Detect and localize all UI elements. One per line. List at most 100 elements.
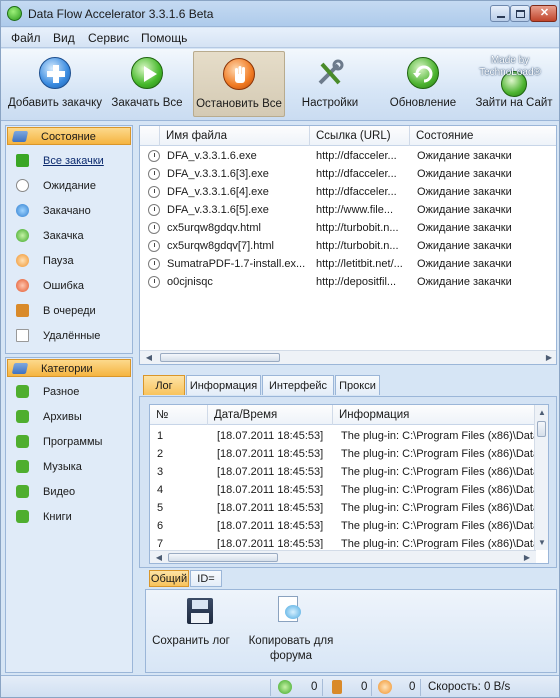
sidebar-item-queued[interactable]: В очереди bbox=[16, 302, 130, 320]
copy-for-forum-button[interactable]: Копировать для форума bbox=[246, 590, 336, 672]
log-info: The plug-in: C:\Program Files (x86)\Data bbox=[341, 448, 534, 460]
log-row[interactable]: 5 [18.07.2011 18:45:53] The plug-in: C:\… bbox=[150, 499, 534, 517]
category-programs[interactable]: Программы bbox=[16, 433, 130, 451]
log-row[interactable]: 7 [18.07.2011 18:45:53] The plug-in: C:\… bbox=[150, 535, 534, 549]
table-row[interactable]: DFA_v.3.3.1.6.exe http://dfacceler... Ож… bbox=[140, 147, 556, 165]
log-vscrollbar[interactable]: ▲ ▼ bbox=[534, 405, 548, 550]
status-divider bbox=[420, 679, 421, 696]
scroll-thumb[interactable] bbox=[537, 421, 546, 437]
settings-button[interactable]: Настройки bbox=[297, 51, 363, 117]
save-log-button[interactable]: Сохранить лог bbox=[150, 590, 232, 672]
maximize-icon bbox=[516, 10, 525, 18]
menu-view[interactable]: Вид bbox=[53, 31, 75, 45]
sidebar-item-error[interactable]: Ошибка bbox=[16, 277, 130, 295]
category-misc[interactable]: Разное bbox=[16, 383, 130, 401]
table-row[interactable]: cx5urqw8gdqv[7].html http://turbobit.n..… bbox=[140, 237, 556, 255]
categories-panel: Категории Разное Архивы Программы Музыка… bbox=[5, 357, 133, 673]
log-row[interactable]: 1 [18.07.2011 18:45:53] The plug-in: C:\… bbox=[150, 427, 534, 445]
log-number: 6 bbox=[157, 520, 164, 532]
minimize-button[interactable] bbox=[490, 5, 510, 22]
category-books[interactable]: Книги bbox=[16, 508, 130, 526]
log-datetime: [18.07.2011 18:45:53] bbox=[217, 430, 324, 442]
table-row[interactable]: cx5urqw8gdqv.html http://turbobit.n... О… bbox=[140, 219, 556, 237]
tab-proxy[interactable]: Прокси bbox=[335, 375, 380, 395]
file-status: Ожидание закачки bbox=[417, 150, 512, 162]
log-row[interactable]: 6 [18.07.2011 18:45:53] The plug-in: C:\… bbox=[150, 517, 534, 535]
sidebar-item-downloading[interactable]: Закачка bbox=[16, 227, 130, 245]
copy-document-icon bbox=[278, 596, 301, 622]
sidebar-item-downloaded[interactable]: Закачано bbox=[16, 202, 130, 220]
column-header-information[interactable]: Информация bbox=[333, 405, 536, 425]
column-header-icon[interactable] bbox=[140, 126, 160, 146]
categories-panel-title: Категории bbox=[41, 363, 93, 375]
scroll-left-arrow-icon[interactable]: ◀ bbox=[142, 351, 156, 364]
subtab-id[interactable]: ID= bbox=[190, 570, 222, 587]
download-list-hscrollbar[interactable]: ◀ ▶ bbox=[140, 350, 556, 364]
category-music[interactable]: Музыка bbox=[16, 458, 130, 476]
add-download-button[interactable]: Добавить закачку bbox=[5, 51, 105, 117]
status-divider bbox=[322, 679, 323, 696]
menu-service[interactable]: Сервис bbox=[88, 31, 129, 45]
scroll-thumb[interactable] bbox=[168, 553, 278, 562]
sidebar-item-paused[interactable]: Пауза bbox=[16, 252, 130, 270]
subtab-general[interactable]: Общий bbox=[149, 570, 189, 587]
status-panel-header[interactable]: Состояние bbox=[7, 127, 131, 145]
file-name: DFA_v.3.3.1.6[3].exe bbox=[167, 168, 269, 180]
table-row[interactable]: SumatraPDF-1.7-install.ex... http://leti… bbox=[140, 255, 556, 273]
stop-all-button[interactable]: Остановить Все bbox=[193, 51, 285, 117]
log-row[interactable]: 4 [18.07.2011 18:45:53] The plug-in: C:\… bbox=[150, 481, 534, 499]
category-archives[interactable]: Архивы bbox=[16, 408, 130, 426]
column-header-status[interactable]: Состояние bbox=[410, 126, 556, 146]
sidebar-item-all-downloads[interactable]: Все закачки bbox=[16, 152, 130, 170]
tab-interface[interactable]: Интерфейс bbox=[262, 375, 334, 395]
scroll-up-arrow-icon[interactable]: ▲ bbox=[535, 406, 548, 419]
log-number: 7 bbox=[157, 538, 164, 549]
table-row[interactable]: DFA_v.3.3.1.6[4].exe http://dfacceler...… bbox=[140, 183, 556, 201]
column-header-filename[interactable]: Имя файла bbox=[160, 126, 310, 146]
sidebar-item-deleted[interactable]: Удалённые bbox=[16, 327, 130, 345]
file-url: http://turbobit.n... bbox=[316, 240, 399, 252]
file-name: cx5urqw8gdqv.html bbox=[167, 222, 261, 234]
menu-file[interactable]: Файл bbox=[11, 31, 41, 45]
log-row[interactable]: 3 [18.07.2011 18:45:53] The plug-in: C:\… bbox=[150, 463, 534, 481]
scroll-down-arrow-icon[interactable]: ▼ bbox=[535, 536, 548, 549]
scroll-right-arrow-icon[interactable]: ▶ bbox=[520, 551, 534, 563]
menu-bar: Файл Вид Сервис Помощь bbox=[1, 28, 559, 48]
table-row[interactable]: DFA_v.3.3.1.6[3].exe http://dfacceler...… bbox=[140, 165, 556, 183]
file-name: o0cjnisqc bbox=[167, 276, 213, 288]
queued-count: 0 bbox=[361, 681, 368, 693]
file-name: DFA_v.3.3.1.6.exe bbox=[167, 150, 257, 162]
file-status: Ожидание закачки bbox=[417, 222, 512, 234]
sidebar-item-label: В очереди bbox=[43, 305, 96, 317]
column-header-url[interactable]: Ссылка (URL) bbox=[310, 126, 410, 146]
table-row[interactable]: o0cjnisqc http://depositfil... Ожидание … bbox=[140, 273, 556, 291]
categories-panel-header[interactable]: Категории bbox=[7, 359, 131, 377]
tab-info[interactable]: Информация bbox=[186, 375, 261, 395]
table-row[interactable]: DFA_v.3.3.1.6[5].exe http://www.file... … bbox=[140, 201, 556, 219]
sidebar-item-waiting[interactable]: Ожидание bbox=[16, 177, 130, 195]
tab-log[interactable]: Лог bbox=[143, 375, 185, 395]
maximize-button[interactable] bbox=[510, 5, 530, 22]
log-hscrollbar[interactable]: ◀ ▶ bbox=[150, 550, 536, 563]
column-header-datetime[interactable]: Дата/Время bbox=[208, 405, 333, 425]
file-url: http://dfacceler... bbox=[316, 168, 397, 180]
title-bar[interactable]: Data Flow Accelerator 3.3.1.6 Beta ✕ bbox=[1, 1, 559, 27]
download-all-button[interactable]: Закачать Все bbox=[107, 51, 187, 117]
scroll-right-arrow-icon[interactable]: ▶ bbox=[542, 351, 556, 364]
scroll-left-arrow-icon[interactable]: ◀ bbox=[152, 551, 166, 563]
brand-watermark: Made by TechnoLoad® bbox=[479, 55, 541, 78]
scroll-thumb[interactable] bbox=[160, 353, 280, 362]
log-row[interactable]: 2 [18.07.2011 18:45:53] The plug-in: C:\… bbox=[150, 445, 534, 463]
category-label: Программы bbox=[43, 436, 103, 448]
close-button[interactable]: ✕ bbox=[530, 5, 557, 22]
menu-help[interactable]: Помощь bbox=[141, 31, 187, 45]
category-video[interactable]: Видео bbox=[16, 483, 130, 501]
window-title: Data Flow Accelerator 3.3.1.6 Beta bbox=[28, 7, 214, 21]
copy-for-forum-label: Копировать для форума bbox=[248, 635, 334, 662]
save-log-label: Сохранить лог bbox=[152, 635, 230, 647]
download-list-header: Имя файла Ссылка (URL) Состояние bbox=[140, 126, 556, 146]
column-header-number[interactable]: № bbox=[150, 405, 208, 425]
update-button[interactable]: Обновление bbox=[387, 51, 459, 117]
active-downloads-icon bbox=[278, 680, 292, 694]
file-status: Ожидание закачки bbox=[417, 168, 512, 180]
